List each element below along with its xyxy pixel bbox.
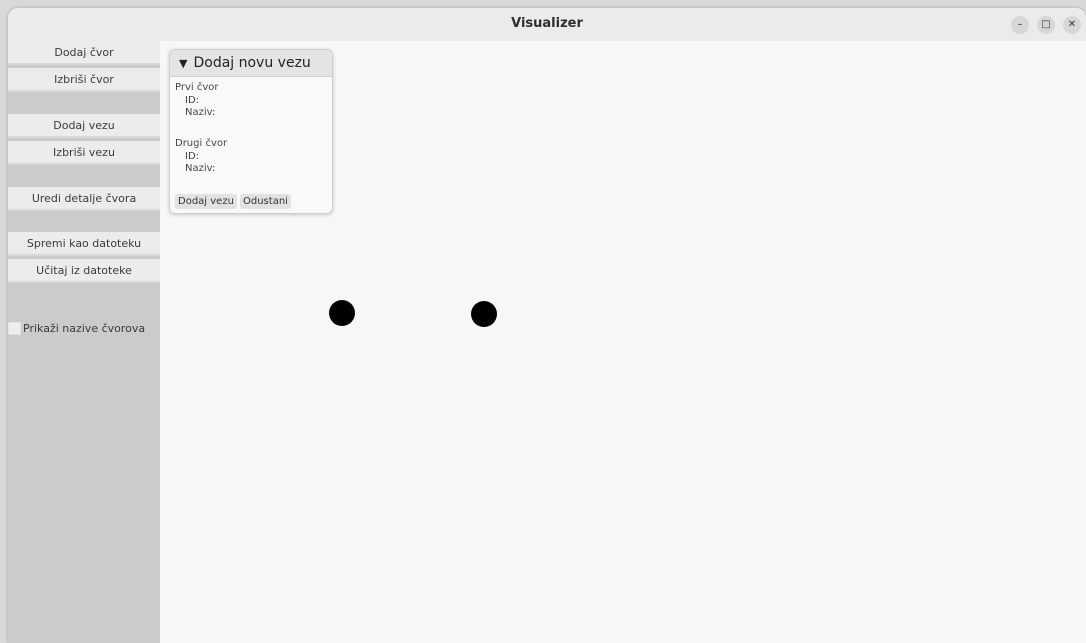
delete-edge-button[interactable]: Izbriši vezu (8, 141, 160, 165)
edit-node-details-button[interactable]: Uredi detalje čvora (8, 187, 160, 211)
show-node-names-row: Prikaži nazive čvorova (8, 321, 145, 335)
save-to-file-button[interactable]: Spremi kao datoteku (8, 232, 160, 256)
first-node-name-label: Naziv: (185, 107, 216, 118)
add-node-button[interactable]: Dodaj čvor (8, 41, 160, 65)
add-edge-confirm-button[interactable]: Dodaj vezu (175, 194, 237, 209)
show-node-names-label: Prikaži nazive čvorova (23, 321, 146, 335)
second-node-id-label: ID: (185, 151, 200, 162)
second-node-heading: Drugi čvor (175, 138, 228, 149)
cancel-button[interactable]: Odustani (240, 194, 291, 209)
app-window: Visualizer – □ ✕ Dodaj čvor Izbriši čvor… (8, 8, 1086, 643)
title-bar[interactable]: Visualizer – □ ✕ (8, 8, 1086, 42)
add-edge-panel-header[interactable]: ▼ Dodaj novu vezu (170, 50, 332, 77)
first-node-heading: Prvi čvor (175, 82, 219, 93)
maximize-icon[interactable]: □ (1037, 16, 1055, 34)
load-from-file-button[interactable]: Učitaj iz datoteke (8, 259, 160, 283)
add-edge-panel: ▼ Dodaj novu vezu Prvi čvor ID: Naziv: D… (169, 49, 333, 214)
window-title: Visualizer (511, 16, 583, 31)
add-edge-button[interactable]: Dodaj vezu (8, 114, 160, 138)
delete-node-button[interactable]: Izbriši čvor (8, 68, 160, 92)
sidebar: Dodaj čvor Izbriši čvor Dodaj vezu Izbri… (8, 41, 160, 643)
close-icon[interactable]: ✕ (1063, 16, 1081, 34)
graph-node[interactable] (329, 300, 355, 326)
collapse-arrow-icon[interactable]: ▼ (179, 57, 187, 70)
first-node-id-label: ID: (185, 95, 200, 106)
panel-title: Dodaj novu vezu (193, 55, 311, 71)
graph-node[interactable] (471, 301, 497, 327)
second-node-name-label: Naziv: (185, 163, 216, 174)
show-node-names-checkbox[interactable] (8, 321, 21, 335)
minimize-icon[interactable]: – (1011, 16, 1029, 34)
